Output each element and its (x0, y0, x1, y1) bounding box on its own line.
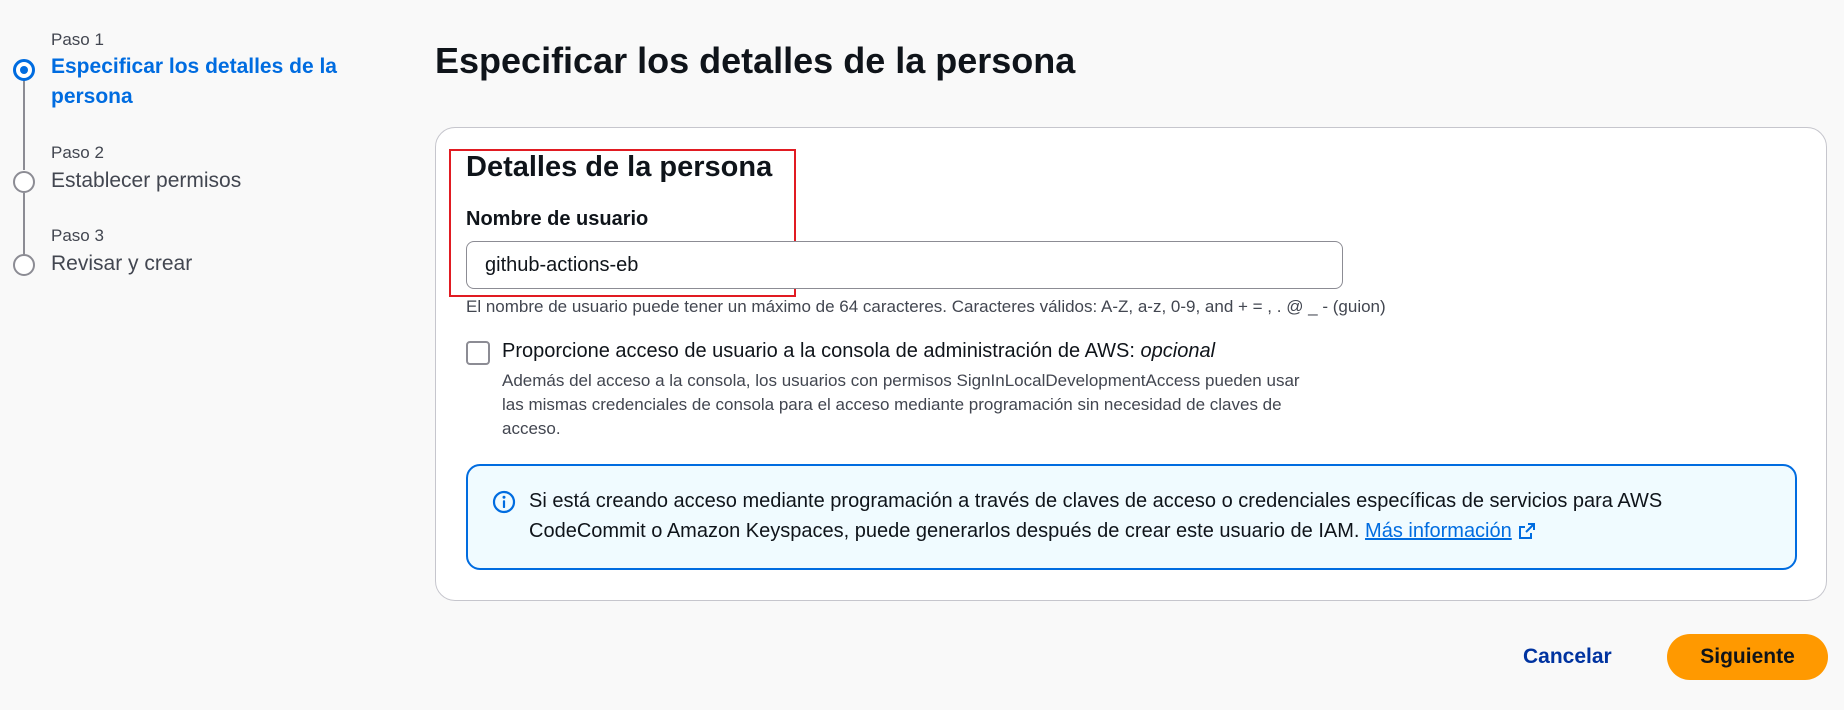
learn-more-link-text: Más información (1365, 520, 1512, 542)
section-title: Detalles de la persona (466, 151, 773, 183)
info-icon (492, 490, 516, 514)
step-2-number: Paso 2 (51, 143, 104, 162)
username-constraint-text: El nombre de usuario puede tener un máxi… (466, 297, 1386, 316)
step-3-label[interactable]: Revisar y crear (51, 249, 192, 279)
wizard-stepper: Paso 1 Especificar los detalles de la pe… (0, 0, 400, 300)
username-label: Nombre de usuario (466, 208, 649, 230)
optional-text: opcional (1140, 340, 1216, 362)
console-access-description: Además del acceso a la consola, los usua… (502, 371, 1300, 438)
step-1-indicator-icon (13, 59, 35, 81)
console-access-label-text: Proporcione acceso de usuario a la conso… (502, 340, 1135, 362)
learn-more-link[interactable]: Más información (1365, 520, 1536, 542)
username-input[interactable] (466, 241, 1343, 289)
stepper-connector (23, 71, 25, 170)
next-button[interactable]: Siguiente (1667, 634, 1828, 680)
stepper-connector (23, 193, 25, 255)
step-2-label[interactable]: Establecer permisos (51, 166, 241, 196)
console-access-label[interactable]: Proporcione acceso de usuario a la conso… (502, 340, 1215, 363)
page-title: Especificar los detalles de la persona (435, 40, 1076, 81)
step-3-number: Paso 3 (51, 226, 104, 245)
external-link-icon (1518, 523, 1535, 539)
step-3-indicator-icon (13, 254, 35, 276)
step-2-indicator-icon (13, 171, 35, 193)
cancel-button[interactable]: Cancelar (1523, 640, 1612, 674)
step-1-number: Paso 1 (51, 30, 104, 49)
info-alert-text: Si está creando acceso mediante programa… (529, 486, 1769, 546)
step-1-label[interactable]: Especificar los detalles de la persona (51, 52, 351, 112)
console-access-checkbox[interactable] (466, 341, 490, 365)
